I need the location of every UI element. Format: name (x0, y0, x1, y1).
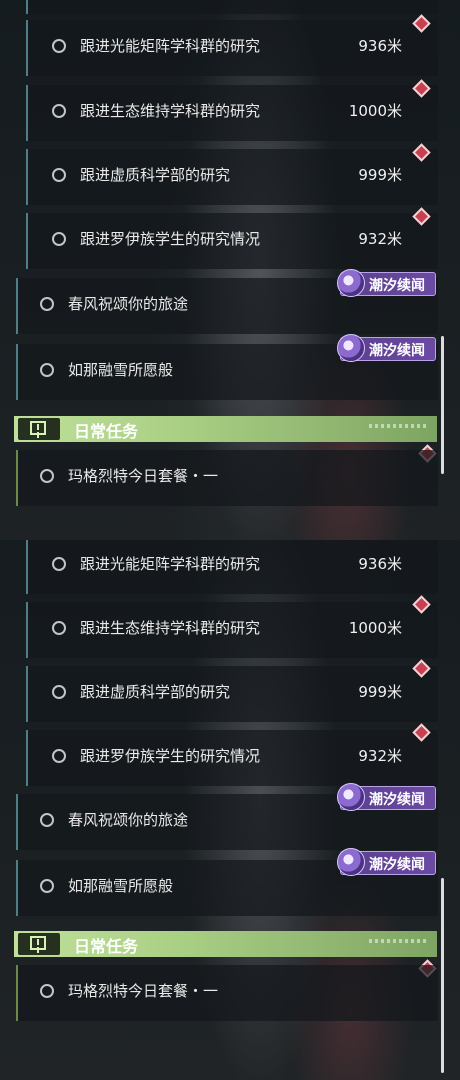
quest-status-circle-icon (40, 297, 54, 311)
quest-status-circle-icon (40, 469, 54, 483)
daily-quest-row[interactable]: 玛格烈特今日套餐・一 (16, 965, 438, 1021)
quest-label: 跟进生态维持学科群的研究 (80, 619, 261, 637)
quest-row[interactable]: 跟进生态维持学科群的研究 1000米 (26, 602, 438, 658)
quest-label: 玛格烈特今日套餐・一 (68, 467, 219, 485)
quest-row[interactable]: 跟进虚质科学部的研究 999米 (26, 666, 438, 722)
quest-row[interactable]: 跟进光能矩阵学科群的研究 936米 (26, 20, 438, 76)
event-tag: 潮汐续闻 (337, 269, 436, 297)
quest-label: 如那融雪所愿般 (68, 361, 174, 379)
quest-row[interactable]: 跟进光能矩阵学科群的研究 936米 (26, 540, 438, 594)
quest-status-circle-icon (40, 363, 54, 377)
quest-status-circle-icon (52, 621, 66, 635)
quest-panel-top: 跟进光能矩阵学科群的研究 936米 跟进生态维持学科群的研究 1000米 跟进虚… (0, 0, 460, 540)
quest-distance: 932米 (358, 747, 402, 765)
quest-label: 跟进生态维持学科群的研究 (80, 102, 261, 120)
quest-distance: 1000米 (348, 619, 402, 637)
quest-label: 跟进虚质科学部的研究 (80, 166, 231, 184)
quest-label: 跟进罗伊族学生的研究情况 (80, 747, 261, 765)
tide-emblem-icon (337, 783, 365, 811)
quest-status-circle-icon (40, 984, 54, 998)
event-tag: 潮汐续闻 (337, 783, 436, 811)
quest-status-circle-icon (52, 685, 66, 699)
quest-status-circle-icon (52, 557, 66, 571)
quest-status-circle-icon (52, 749, 66, 763)
section-header-daily: 日常任务 (14, 416, 437, 442)
event-tag: 潮汐续闻 (337, 848, 436, 876)
quest-label: 跟进光能矩阵学科群的研究 (80, 555, 261, 573)
daily-quest-row[interactable]: 玛格烈特今日套餐・一 (16, 450, 438, 506)
quest-row[interactable]: 跟进罗伊族学生的研究情况 932米 (26, 730, 438, 786)
exclamation-icon (18, 418, 60, 440)
tide-emblem-icon (337, 269, 365, 297)
list-cutoff-row (26, 0, 438, 14)
quest-distance: 999米 (358, 683, 402, 701)
quest-distance: 932米 (358, 230, 402, 248)
quest-status-circle-icon (40, 813, 54, 827)
event-tag-label: 潮汐续闻 (369, 792, 425, 808)
event-tag-label: 潮汐续闻 (369, 278, 425, 294)
event-tag: 潮汐续闻 (337, 334, 436, 362)
quest-status-circle-icon (52, 39, 66, 53)
quest-label: 玛格烈特今日套餐・一 (68, 982, 219, 1000)
quest-status-circle-icon (52, 232, 66, 246)
quest-panel-bottom: 跟进光能矩阵学科群的研究 936米 跟进生态维持学科群的研究 1000米 跟进虚… (0, 540, 460, 1080)
quest-status-circle-icon (52, 168, 66, 182)
quest-row[interactable]: 跟进虚质科学部的研究 999米 (26, 149, 438, 205)
exclamation-icon (18, 933, 60, 955)
tide-emblem-icon (337, 848, 365, 876)
event-tag-label: 潮汐续闻 (369, 343, 425, 359)
quest-label: 跟进光能矩阵学科群的研究 (80, 37, 261, 55)
quest-label: 春风祝颂你的旅途 (68, 811, 189, 829)
quest-distance: 1000米 (348, 102, 402, 120)
scrollbar-thumb[interactable] (441, 336, 444, 474)
section-title: 日常任务 (74, 937, 139, 956)
quest-status-circle-icon (52, 104, 66, 118)
quest-row[interactable]: 跟进生态维持学科群的研究 1000米 (26, 85, 438, 141)
tide-emblem-icon (337, 334, 365, 362)
quest-label: 跟进罗伊族学生的研究情况 (80, 230, 261, 248)
quest-row[interactable]: 跟进罗伊族学生的研究情况 932米 (26, 213, 438, 269)
scrollbar-thumb[interactable] (441, 878, 444, 1073)
quest-distance: 936米 (358, 37, 402, 55)
quest-label: 跟进虚质科学部的研究 (80, 683, 231, 701)
quest-label: 如那融雪所愿般 (68, 877, 174, 895)
event-tag-label: 潮汐续闻 (369, 857, 425, 873)
quest-distance: 999米 (358, 166, 402, 184)
section-decoration (369, 939, 429, 943)
section-decoration (369, 424, 429, 428)
section-header-daily: 日常任务 (14, 931, 437, 957)
quest-label: 春风祝颂你的旅途 (68, 295, 189, 313)
section-title: 日常任务 (74, 422, 139, 441)
quest-distance: 936米 (358, 555, 402, 573)
quest-status-circle-icon (40, 879, 54, 893)
